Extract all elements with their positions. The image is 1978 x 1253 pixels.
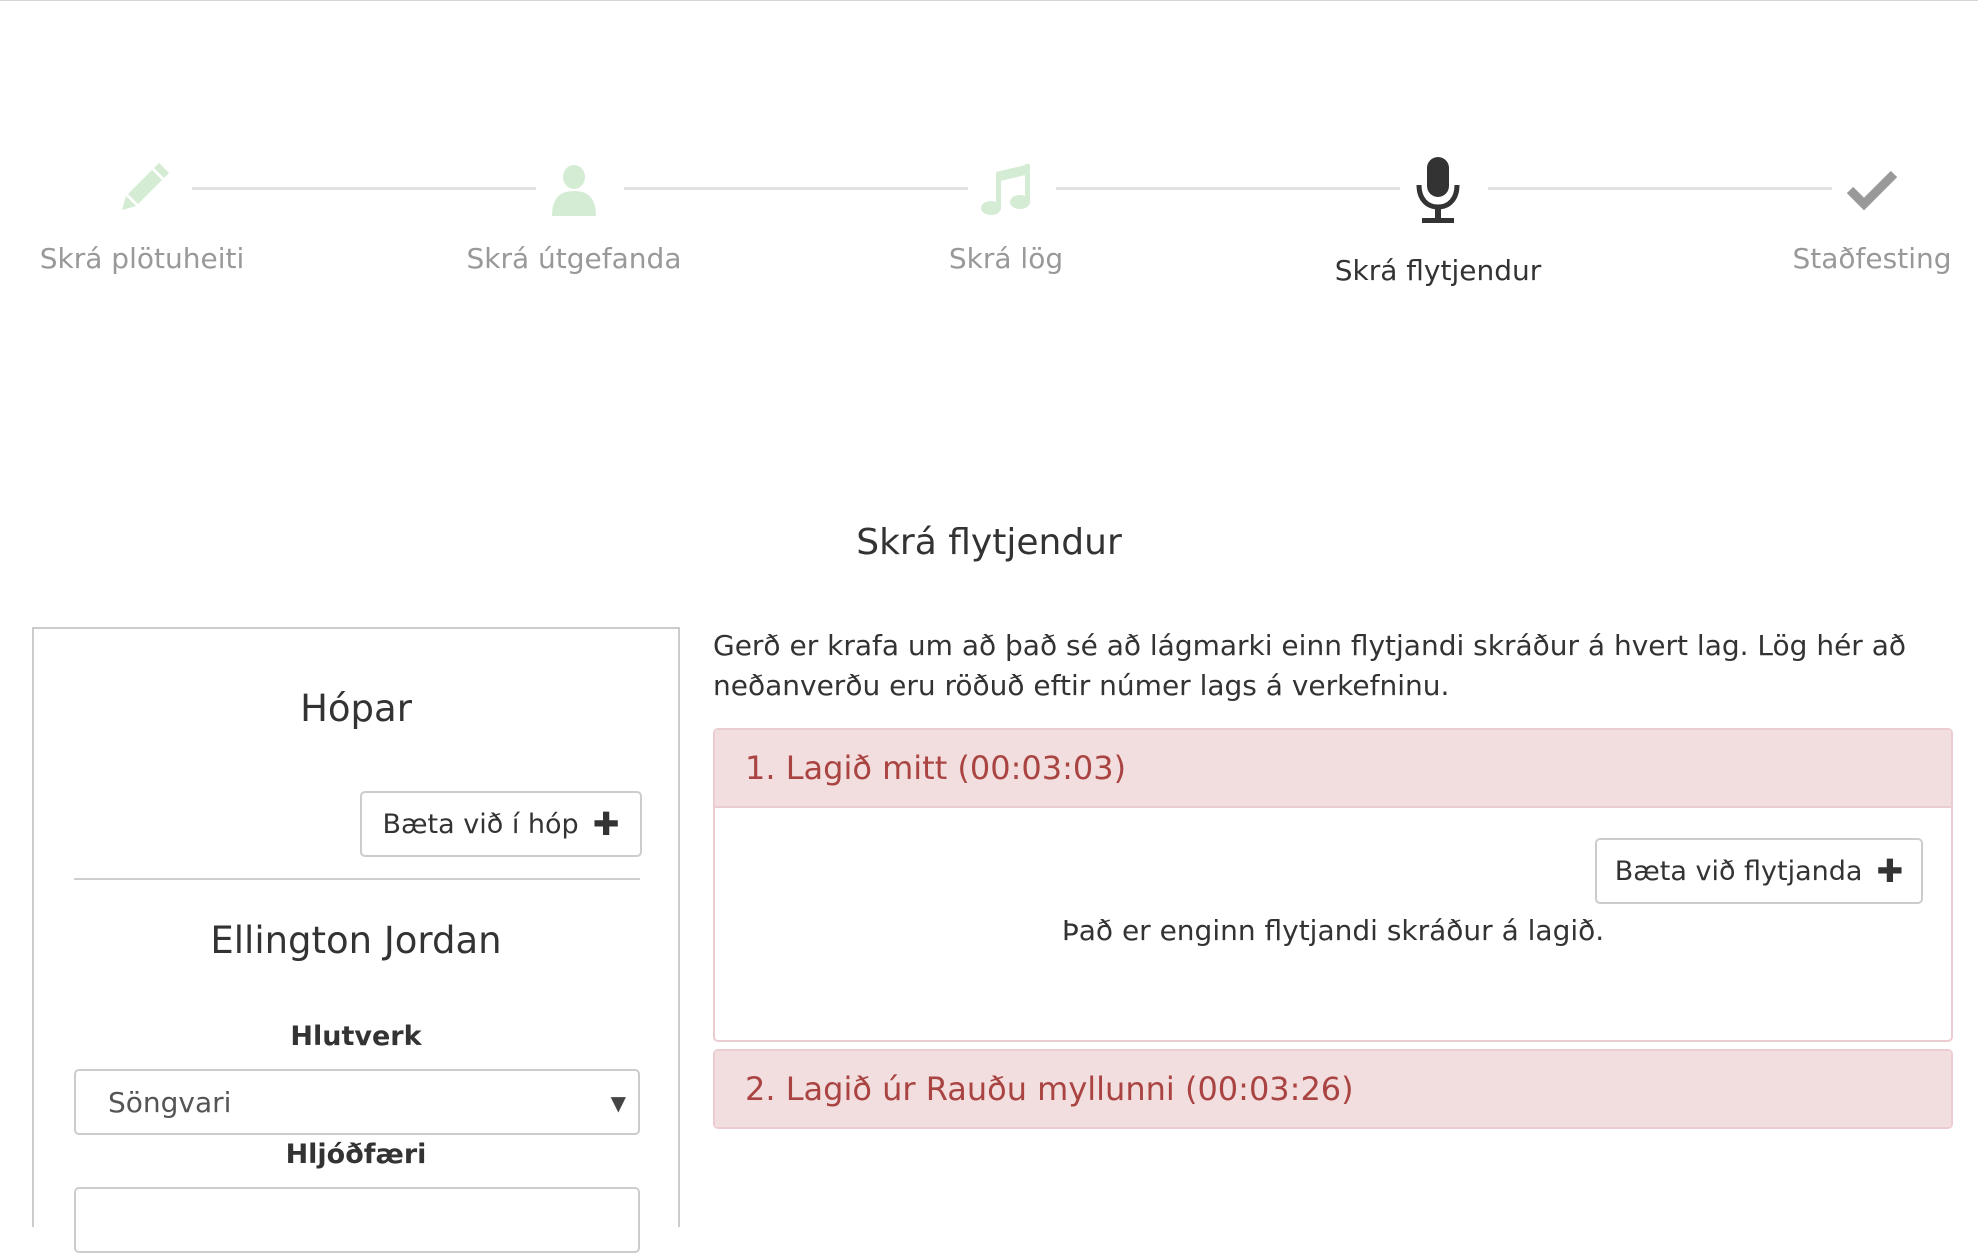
step-confirmation[interactable]: Staðfesting	[1762, 155, 1978, 279]
divider	[74, 878, 640, 880]
plus-icon: ✚	[1876, 852, 1904, 890]
check-icon	[1762, 155, 1978, 225]
microphone-icon	[1328, 155, 1548, 225]
song-body: Bæta við flytjanda ✚ Það er enginn flytj…	[715, 806, 1951, 1040]
add-performer-button[interactable]: Bæta við flytjanda ✚	[1595, 838, 1923, 904]
step-label: Staðfesting	[1792, 242, 1952, 275]
caret-down-icon: ▼	[610, 1091, 626, 1115]
step-label: Skrá útgefanda	[466, 242, 682, 275]
role-select[interactable]: Söngvari ▼	[74, 1069, 640, 1135]
song-header[interactable]: 2. Lagið úr Rauðu myllunni (00:03:26)	[715, 1051, 1951, 1127]
add-to-group-label: Bæta við í hóp	[382, 808, 579, 840]
requirement-info-text: Gerð er krafa um að það sé að lágmarki e…	[713, 629, 1907, 702]
page-title: Skrá flytjendur	[856, 522, 1122, 563]
step-label: Skrá plötuheiti	[39, 242, 245, 275]
progress-stepper: Skrá plötuheiti Skrá útgefanda Skrá lög …	[0, 0, 1978, 360]
plus-icon: ✚	[592, 805, 620, 843]
song-title: 2. Lagið úr Rauðu myllunni (00:03:26)	[745, 1070, 1354, 1108]
step-publisher[interactable]: Skrá útgefanda	[464, 155, 684, 279]
groups-panel: Hópar Bæta við í hóp ✚ Ellington Jordan …	[32, 627, 680, 1253]
no-performer-message: Það er enginn flytjandi skráður á lagið.	[1061, 914, 1605, 947]
instrument-select[interactable]	[74, 1187, 640, 1253]
add-performer-label: Bæta við flytjanda	[1614, 855, 1863, 887]
group-member-name: Ellington Jordan	[210, 919, 502, 962]
role-select-value: Söngvari	[108, 1085, 232, 1119]
song-header[interactable]: 1. Lagið mitt (00:03:03)	[715, 730, 1951, 806]
pencil-icon	[32, 155, 252, 225]
groups-title: Hópar	[300, 687, 412, 730]
step-label: Skrá lög	[948, 242, 1064, 275]
song-title: 1. Lagið mitt (00:03:03)	[745, 749, 1127, 787]
step-label: Skrá flytjendur	[1334, 254, 1542, 287]
step-songs[interactable]: Skrá lög	[896, 155, 1116, 279]
user-icon	[464, 155, 684, 225]
music-icon	[896, 155, 1116, 225]
song-panel: 2. Lagið úr Rauðu myllunni (00:03:26)	[713, 1049, 1953, 1129]
instrument-label: Hljóðfæri	[285, 1139, 427, 1170]
role-label: Hlutverk	[290, 1021, 422, 1052]
add-to-group-button[interactable]: Bæta við í hóp ✚	[360, 791, 642, 857]
step-performers[interactable]: Skrá flytjendur	[1328, 155, 1548, 291]
song-panel: 1. Lagið mitt (00:03:03) Bæta við flytja…	[713, 728, 1953, 1042]
step-album-title[interactable]: Skrá plötuheiti	[32, 155, 252, 279]
